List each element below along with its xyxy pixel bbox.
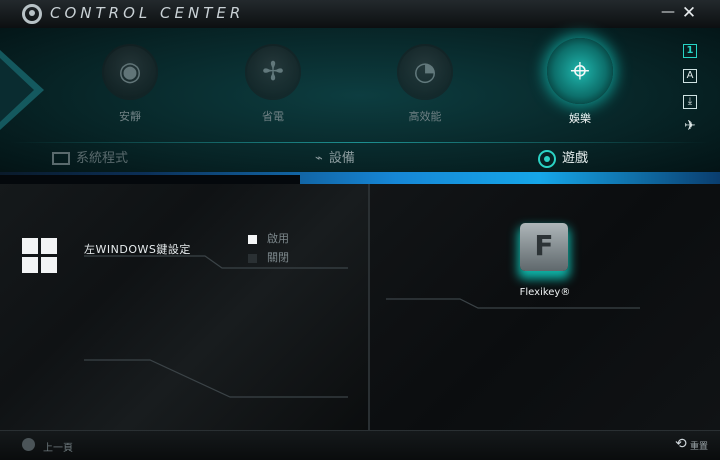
- mode-quiet-label: 安靜: [119, 110, 141, 123]
- plug-icon: ⌁: [315, 151, 323, 166]
- tab-devices-label: 設備: [328, 151, 355, 166]
- flexikey-label[interactable]: Flexikey®: [500, 287, 590, 298]
- tab-system-programs[interactable]: 系統程式: [52, 147, 128, 169]
- decor-line-top-left: [84, 255, 348, 269]
- windows-logo-icon: [22, 238, 58, 274]
- eye-icon: [538, 149, 556, 168]
- auto-button[interactable]: A: [683, 69, 697, 83]
- back-icon[interactable]: [22, 438, 35, 451]
- minimize-button[interactable]: —: [660, 4, 676, 20]
- speaker-icon: ◉: [118, 57, 142, 87]
- app-logo-icon: [22, 4, 42, 24]
- mode-power-saving[interactable]: ✢ 省電: [233, 44, 313, 124]
- close-button[interactable]: ✕: [680, 3, 698, 23]
- airplane-mode-icon[interactable]: ✈: [683, 119, 697, 134]
- mode-entertainment-label: 娛樂: [569, 112, 591, 125]
- option-disable-label: 關閉: [267, 251, 289, 264]
- decor-line-bottom-left: [84, 359, 348, 398]
- mode-power-saving-label: 省電: [262, 110, 284, 123]
- panel-notch-inner-decoration: [0, 58, 34, 122]
- bottom-bar: [0, 430, 720, 460]
- decorative-lines: [84, 255, 640, 398]
- app-title: CONTROL CENTER: [50, 4, 245, 22]
- nav-divider: [10, 142, 710, 143]
- mode-performance-label: 高效能: [408, 110, 442, 123]
- flexikey-f-icon: F: [534, 229, 554, 262]
- back-button-label[interactable]: 上一頁: [43, 439, 73, 454]
- decor-line-right: [386, 298, 640, 309]
- option-disable[interactable]: 關閉: [248, 249, 289, 265]
- crosshair-icon: ⌖: [570, 51, 590, 91]
- reset-button-label[interactable]: 重置: [690, 439, 708, 452]
- mode-entertainment[interactable]: ⌖ 娛樂: [540, 38, 620, 126]
- profile-1-button[interactable]: 1: [683, 44, 697, 58]
- tab-system-programs-label: 系統程式: [76, 151, 129, 166]
- gauge-icon: ◔: [413, 57, 437, 87]
- disable-checkbox[interactable]: [248, 253, 257, 263]
- tab-devices[interactable]: ⌁ 設備: [315, 147, 355, 169]
- windows-key-setting-label: 左WINDOWS鍵設定: [84, 243, 191, 256]
- mode-performance[interactable]: ◔ 高效能: [385, 44, 465, 124]
- download-icon[interactable]: ⤓: [683, 95, 697, 109]
- option-enable[interactable]: 啟用: [248, 230, 289, 246]
- flexikey-button[interactable]: F: [520, 223, 568, 271]
- reset-icon[interactable]: ⟲: [675, 436, 687, 452]
- fan-icon: ✢: [262, 57, 284, 87]
- tab-games[interactable]: 遊戲: [538, 147, 588, 169]
- mode-quiet[interactable]: ◉ 安靜: [90, 44, 170, 124]
- monitor-icon: [52, 152, 70, 165]
- enable-checkbox[interactable]: [248, 234, 257, 244]
- accent-strip-shadow: [0, 175, 300, 184]
- tab-games-label: 遊戲: [562, 151, 589, 166]
- option-enable-label: 啟用: [267, 232, 289, 245]
